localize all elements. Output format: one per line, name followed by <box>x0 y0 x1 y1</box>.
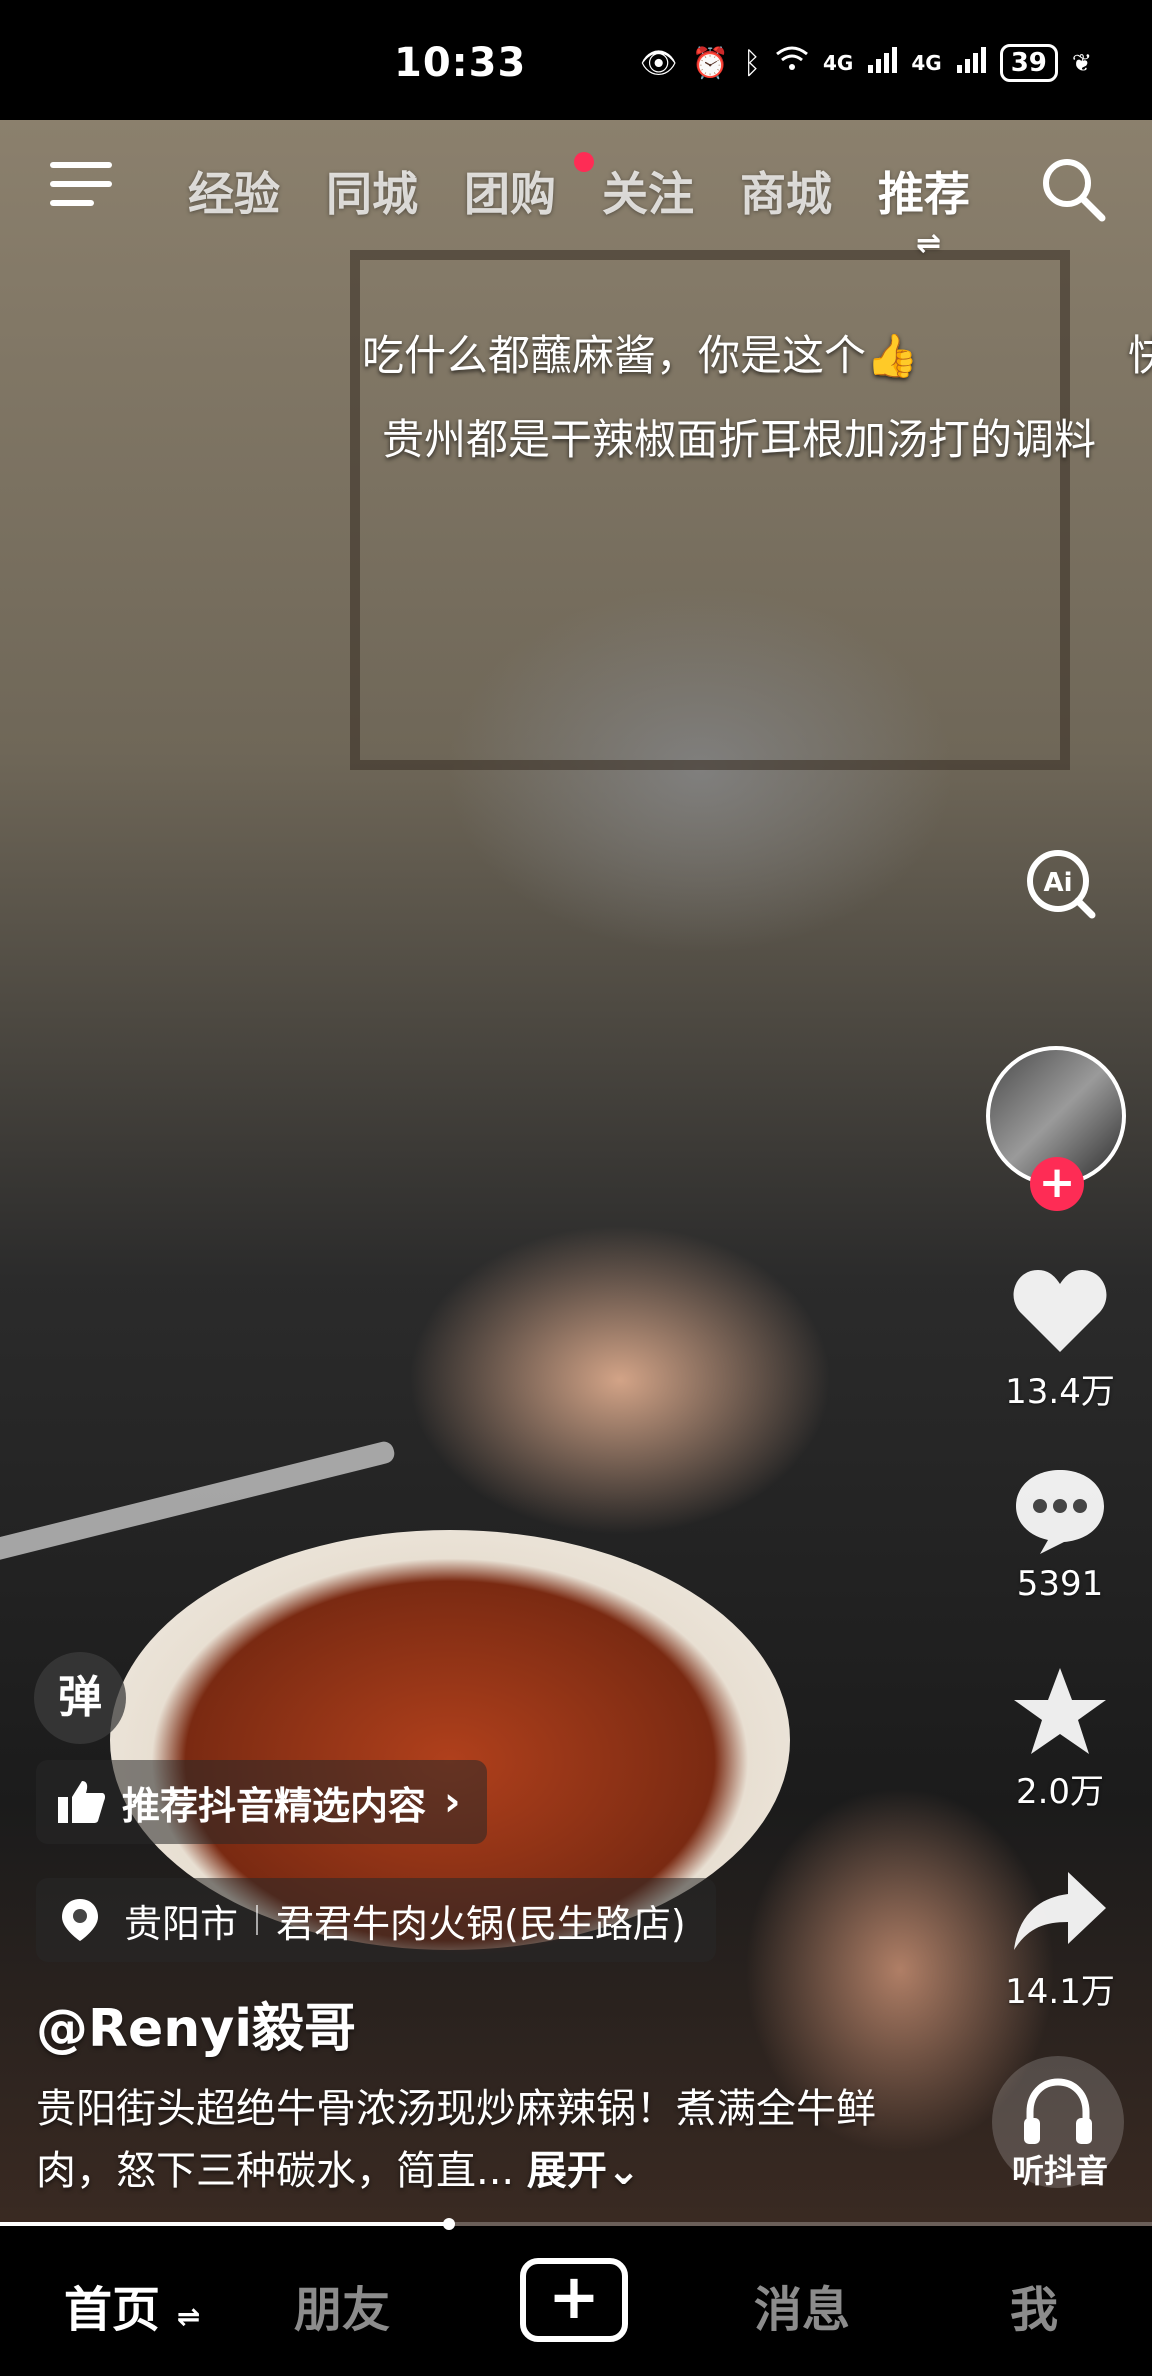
location-pin-icon <box>62 1899 98 1941</box>
tab-guanzhu[interactable]: 关注 <box>602 158 740 224</box>
signal-2-label: 4G <box>911 51 942 75</box>
chevron-right-icon: › <box>444 1779 461 1825</box>
nav-messages[interactable]: 消息 <box>754 2270 850 2340</box>
create-button[interactable]: + <box>520 2258 628 2342</box>
share-count: 14.1万 <box>1005 1972 1115 2012</box>
post-description: 贵阳街头超绝牛骨浓汤现炒麻辣锅！煮满全牛鲜肉，怒下三种碳水，简直... 展开⌄ <box>36 2078 916 2202</box>
author-name[interactable]: @Renyi毅哥 <box>36 1986 356 2061</box>
chevron-down-icon: ⌄ <box>606 2148 641 2194</box>
favorite-count: 2.0万 <box>1015 1772 1105 1812</box>
signal-1-label: 4G <box>823 51 854 75</box>
switch-indicator-icon: ⇌ <box>916 226 942 261</box>
search-icon[interactable] <box>1038 154 1108 224</box>
danmu-toggle-button[interactable]: 弹 <box>34 1652 126 1744</box>
status-icons: 👁 ⏰ ᛒ 4G 4G 39 ❦ <box>640 44 1092 82</box>
follow-button[interactable]: + <box>1030 1157 1084 1211</box>
menu-icon[interactable] <box>50 162 112 212</box>
danmaku-comment: 吃什么都蘸麻酱，你是这个👍 <box>362 331 919 380</box>
comment-count: 5391 <box>1016 1564 1104 1604</box>
tab-label: 关注 <box>602 167 694 221</box>
svg-text:Ai: Ai <box>1043 868 1072 898</box>
bluetooth-icon: ᛒ <box>743 45 762 81</box>
tab-shangcheng[interactable]: 商城 <box>740 158 878 224</box>
location-divider <box>256 1905 259 1935</box>
description-text: 贵阳街头超绝牛骨浓汤现炒麻辣锅！煮满全牛鲜肉，怒下三种碳水，简直... <box>36 2086 876 2194</box>
notification-dot <box>574 152 594 172</box>
tab-tongcheng[interactable]: 同城 <box>326 158 464 224</box>
signal-1-icon <box>867 45 898 81</box>
signal-2-icon <box>956 45 986 81</box>
status-bar: 10:33 👁 ⏰ ᛒ 4G 4G 39 ❦ <box>0 0 1152 120</box>
tab-label: 团购 <box>464 167 556 221</box>
leaf-icon: ❦ <box>1071 49 1092 77</box>
switch-indicator-icon: ⇌ <box>176 2300 201 2333</box>
tab-jingyan[interactable]: 经验 <box>188 158 326 224</box>
video-progress-bar[interactable] <box>0 2218 1152 2230</box>
nav-me[interactable]: 我 <box>1010 2270 1058 2340</box>
bottom-nav: 首页 ⇌ 朋友 + 消息 我 <box>0 2230 1152 2376</box>
tab-label: 商城 <box>740 167 832 221</box>
eye-icon: 👁 <box>639 45 678 81</box>
recommend-text: 推荐抖音精选内容 <box>122 1783 427 1828</box>
expand-label: 展开 <box>526 2148 607 2194</box>
like-count: 13.4万 <box>1005 1372 1115 1412</box>
tab-label: 经验 <box>188 167 280 221</box>
location-place: 君君牛肉火锅(民生路店) <box>276 1901 686 1946</box>
favorite-button[interactable]: 2.0万 <box>985 1666 1135 1813</box>
expand-button[interactable]: 展开⌄ <box>527 2148 641 2194</box>
share-button[interactable]: 14.1万 <box>985 1866 1135 2013</box>
location-tag[interactable]: 贵阳市 君君牛肉火锅(民生路店) <box>36 1878 716 1962</box>
comment-button[interactable]: 5391 <box>985 1466 1135 1604</box>
tab-label: 同城 <box>326 167 418 221</box>
top-nav: 经验 同城 团购 关注 商城 推荐 ⇌ <box>0 120 1152 261</box>
tab-tuangou[interactable]: 团购 <box>464 152 602 224</box>
danmaku-comment: 贵州都是干辣椒面折耳根加汤打的调料 <box>382 415 1097 464</box>
nav-home-label: 首页 <box>64 2282 161 2338</box>
heart-icon <box>1013 1270 1107 1352</box>
alarm-icon: ⏰ <box>691 45 730 81</box>
location-city: 贵阳市 <box>124 1901 239 1946</box>
recommend-banner[interactable]: 推荐抖音精选内容 › <box>36 1760 487 1844</box>
listen-douyin-label: 听抖音 <box>1011 2152 1108 2190</box>
star-icon <box>1014 1668 1106 1754</box>
wifi-icon <box>775 45 809 81</box>
battery-level: 39 <box>999 44 1058 82</box>
progress-fill <box>0 2222 450 2226</box>
like-button[interactable]: 13.4万 <box>985 1266 1135 1413</box>
share-icon <box>1014 1872 1106 1950</box>
danmaku-comment: 快 <box>1128 331 1152 380</box>
progress-knob[interactable] <box>443 2218 456 2230</box>
ai-search-button[interactable]: Ai <box>1022 845 1098 921</box>
top-tabs: 经验 同城 团购 关注 商城 推荐 ⇌ <box>188 152 1016 261</box>
tab-tuijian[interactable]: 推荐 ⇌ <box>878 158 1016 261</box>
comment-icon <box>1016 1470 1104 1554</box>
thumbs-up-icon <box>58 1781 106 1823</box>
tab-label: 推荐 <box>878 167 970 221</box>
nav-home[interactable]: 首页 ⇌ <box>64 2270 200 2340</box>
status-time: 10:33 <box>394 40 527 86</box>
nav-friends[interactable]: 朋友 <box>294 2270 390 2340</box>
